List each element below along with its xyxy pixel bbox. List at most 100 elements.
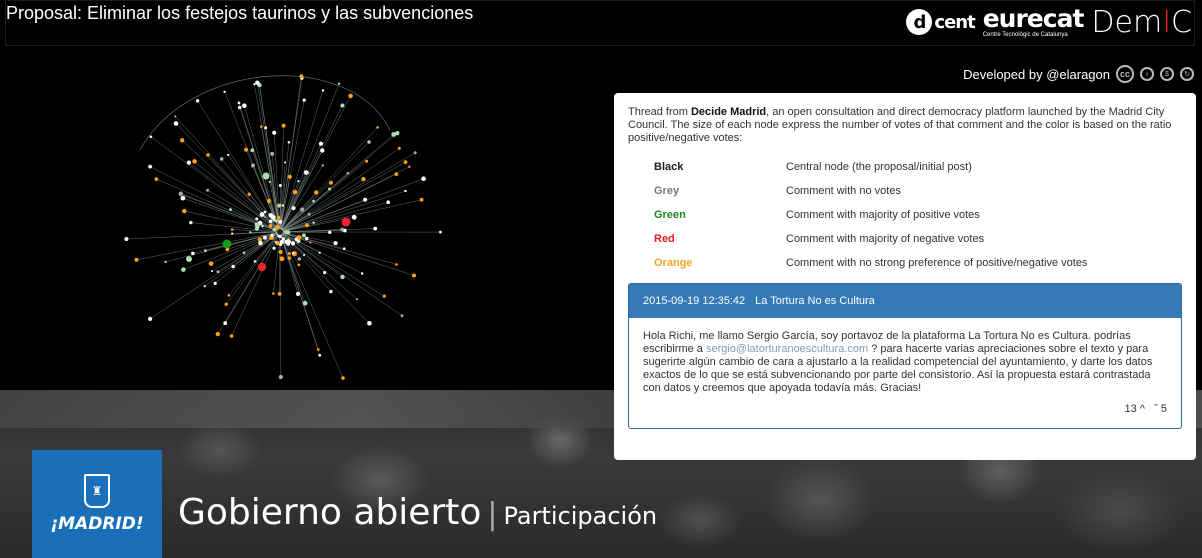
graph-node[interactable] xyxy=(301,233,306,238)
graph-node[interactable] xyxy=(215,331,220,337)
graph-node[interactable] xyxy=(195,99,200,103)
graph-node[interactable] xyxy=(272,292,275,295)
graph-node[interactable] xyxy=(403,160,408,164)
graph-node[interactable] xyxy=(391,132,397,137)
graph-node[interactable] xyxy=(124,237,129,241)
graph-node[interactable] xyxy=(340,227,345,232)
graph-node[interactable] xyxy=(303,170,309,175)
graph-node[interactable] xyxy=(222,239,232,249)
graph-node[interactable] xyxy=(260,125,263,128)
graph-node[interactable] xyxy=(211,270,213,273)
graph-node[interactable] xyxy=(351,214,357,220)
graph-node[interactable] xyxy=(413,151,417,155)
graph-node[interactable] xyxy=(191,251,195,256)
graph-node[interactable] xyxy=(329,180,333,185)
graph-node[interactable] xyxy=(302,98,306,102)
conversation-graph[interactable] xyxy=(100,60,460,390)
graph-node[interactable] xyxy=(270,151,275,156)
downvote-icon[interactable]: ˇ xyxy=(1154,403,1158,415)
graph-node[interactable] xyxy=(279,256,285,262)
graph-node[interactable] xyxy=(318,353,322,357)
graph-node[interactable] xyxy=(439,230,442,234)
graph-node[interactable] xyxy=(262,172,270,180)
graph-node[interactable] xyxy=(297,180,300,183)
graph-node[interactable] xyxy=(223,321,228,326)
graph-node[interactable] xyxy=(206,153,210,157)
graph-node[interactable] xyxy=(314,190,319,195)
graph-node[interactable] xyxy=(284,161,287,164)
graph-node[interactable] xyxy=(373,226,378,231)
graph-node[interactable] xyxy=(278,184,282,187)
graph-node[interactable] xyxy=(294,237,298,241)
graph-node[interactable] xyxy=(229,334,234,338)
graph-node[interactable] xyxy=(321,164,324,167)
graph-node[interactable] xyxy=(328,187,331,191)
graph-node[interactable] xyxy=(367,140,371,144)
graph-node[interactable] xyxy=(244,147,249,152)
graph-node[interactable] xyxy=(419,197,424,202)
graph-node[interactable] xyxy=(342,247,346,250)
graph-node[interactable] xyxy=(400,314,404,318)
graph-node[interactable] xyxy=(270,214,276,220)
graph-node[interactable] xyxy=(242,103,247,108)
graph-node[interactable] xyxy=(281,123,286,128)
graph-node[interactable] xyxy=(257,262,267,272)
graph-node[interactable] xyxy=(341,376,345,380)
graph-node[interactable] xyxy=(287,141,291,144)
graph-node[interactable] xyxy=(278,249,283,255)
graph-node[interactable] xyxy=(219,157,224,161)
graph-node[interactable] xyxy=(263,210,267,214)
graph-node[interactable] xyxy=(268,180,271,184)
graph-node[interactable] xyxy=(173,121,179,126)
graph-node[interactable] xyxy=(268,219,273,224)
graph-node[interactable] xyxy=(302,300,308,306)
graph-node[interactable] xyxy=(223,90,226,93)
graph-node[interactable] xyxy=(278,374,283,380)
graph-node[interactable] xyxy=(251,163,255,168)
graph-node[interactable] xyxy=(361,177,366,182)
graph-node[interactable] xyxy=(320,148,325,153)
graph-node[interactable] xyxy=(270,233,274,237)
graph-node[interactable] xyxy=(231,232,234,235)
graph-node[interactable] xyxy=(204,249,207,253)
graph-node[interactable] xyxy=(178,191,183,196)
graph-node[interactable] xyxy=(348,93,353,99)
graph-node[interactable] xyxy=(286,242,291,246)
graph-node[interactable] xyxy=(318,141,323,146)
graph-node[interactable] xyxy=(303,254,306,256)
graph-node[interactable] xyxy=(277,292,282,296)
graph-node[interactable] xyxy=(230,228,234,231)
graph-node[interactable] xyxy=(300,207,305,212)
graph-node[interactable] xyxy=(255,217,259,221)
developer-credit-text[interactable]: Developed by @elaragon xyxy=(963,67,1110,82)
graph-node[interactable] xyxy=(284,230,288,235)
central-node[interactable] xyxy=(277,229,283,235)
graph-node[interactable] xyxy=(292,189,298,195)
graph-node[interactable] xyxy=(323,271,327,275)
graph-node[interactable] xyxy=(367,321,372,326)
graph-node[interactable] xyxy=(292,251,295,255)
graph-node[interactable] xyxy=(272,130,277,135)
graph-node[interactable] xyxy=(278,219,283,224)
graph-node[interactable] xyxy=(340,103,345,108)
graph-node[interactable] xyxy=(382,294,386,298)
graph-node[interactable] xyxy=(291,206,296,211)
graph-node[interactable] xyxy=(192,159,197,164)
graph-node[interactable] xyxy=(278,235,282,239)
graph-node[interactable] xyxy=(227,294,231,297)
graph-node[interactable] xyxy=(148,164,152,169)
graph-node[interactable] xyxy=(264,216,266,219)
graph-node[interactable] xyxy=(237,105,242,110)
graph-node[interactable] xyxy=(182,208,187,214)
graph-node[interactable] xyxy=(148,316,153,321)
graph-node[interactable] xyxy=(242,251,246,254)
graph-node[interactable] xyxy=(253,259,257,263)
graph-node[interactable] xyxy=(295,291,301,296)
graph-node[interactable] xyxy=(134,257,139,262)
graph-node[interactable] xyxy=(154,177,159,181)
graph-node[interactable] xyxy=(186,256,192,262)
graph-node[interactable] xyxy=(305,236,309,241)
graph-node[interactable] xyxy=(297,257,301,261)
graph-node[interactable] xyxy=(281,237,286,241)
graph-node[interactable] xyxy=(307,212,311,216)
